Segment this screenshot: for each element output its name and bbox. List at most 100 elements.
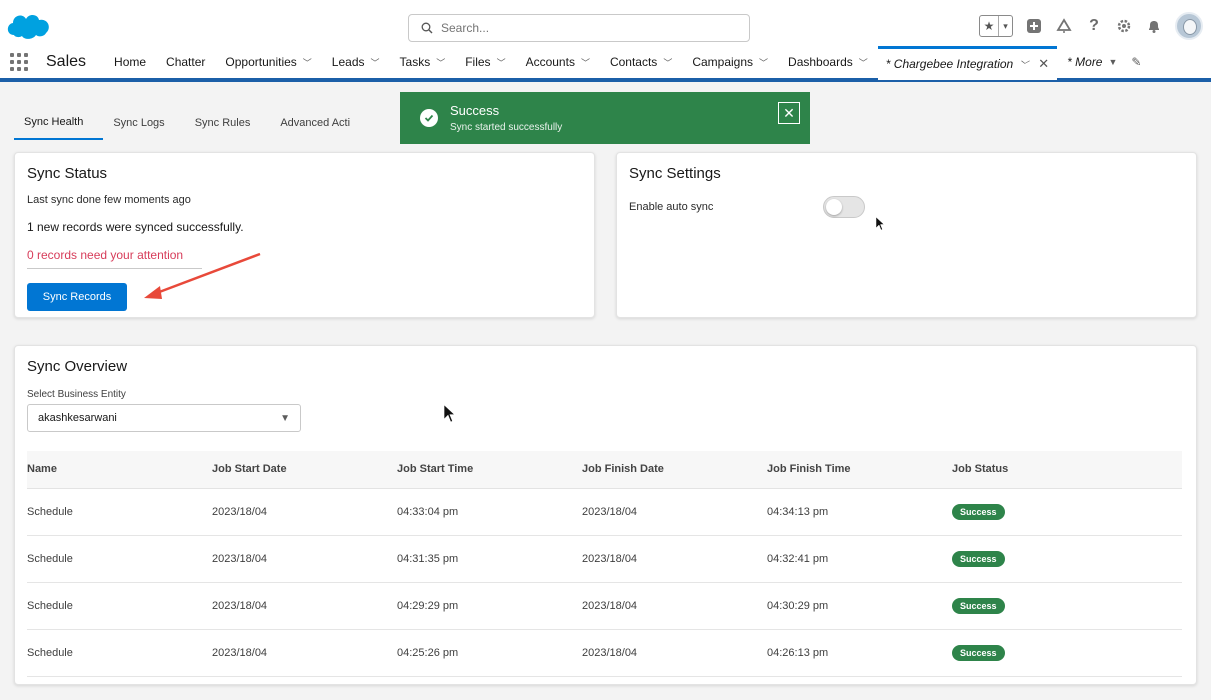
toast-title: Success <box>450 103 500 118</box>
sync-settings-title: Sync Settings <box>629 165 721 182</box>
trailhead-icon[interactable] <box>1055 17 1073 35</box>
table-row: Schedule 2023/18/04 04:31:35 pm 2023/18/… <box>27 535 1182 583</box>
cell-name: Schedule <box>27 535 212 583</box>
nav-more[interactable]: * More ▼ <box>1057 46 1127 78</box>
sync-jobs-table: Name Job Start Date Job Start Time Job F… <box>27 451 1182 677</box>
edit-nav-pencil-icon[interactable]: ✎ <box>1131 55 1141 69</box>
nav-tab-chargebee-integration[interactable]: * Chargebee Integration ﹀ ✕ <box>877 45 1058 80</box>
global-search-input[interactable]: Search... <box>408 14 750 42</box>
success-toast: Success Sync started successfully ✕ <box>400 92 810 144</box>
chevron-down-icon[interactable]: ﹀ <box>759 56 768 69</box>
status-badge: Success <box>952 644 1005 661</box>
nav-tab-label: * Chargebee Integration <box>885 57 1014 71</box>
nav-item-home[interactable]: Home <box>104 46 156 78</box>
cell-finish-date: 2023/18/04 <box>582 582 767 630</box>
business-entity-label: Select Business Entity <box>27 389 126 400</box>
nav-item-label: Home <box>114 55 147 69</box>
nav-item-label: Leads <box>331 55 365 69</box>
sync-records-button[interactable]: Sync Records <box>27 283 127 311</box>
tab-advanced-actions[interactable]: Advanced Acti <box>270 106 370 140</box>
cell-start-date: 2023/18/04 <box>212 535 397 583</box>
cell-status: Success <box>952 488 1182 536</box>
nav-item-contacts[interactable]: Contacts ﹀ <box>600 46 682 78</box>
notification-bell-icon[interactable] <box>1145 17 1163 35</box>
status-badge: Success <box>952 503 1005 520</box>
cell-finish-date: 2023/18/04 <box>582 488 767 536</box>
nav-more-label: * More <box>1067 55 1103 69</box>
cell-finish-date: 2023/18/04 <box>582 629 767 677</box>
nav-item-files[interactable]: Files ﹀ <box>455 46 515 78</box>
column-header[interactable]: Job Finish Time <box>767 451 952 489</box>
nav-item-accounts[interactable]: Accounts ﹀ <box>516 46 600 78</box>
cell-start-time: 04:25:26 pm <box>397 629 582 677</box>
business-entity-value: akashkesarwani <box>38 412 117 424</box>
cell-finish-date: 2023/18/04 <box>582 535 767 583</box>
app-name: Sales <box>46 53 87 70</box>
nav-item-dashboards[interactable]: Dashboards ﹀ <box>778 46 878 78</box>
column-header[interactable]: Job Status <box>952 451 1182 489</box>
annotation-arrow-icon <box>144 252 261 299</box>
cell-finish-time: 04:34:13 pm <box>767 488 952 536</box>
mouse-cursor-icon <box>876 217 885 231</box>
star-icon[interactable]: ★ <box>980 16 998 36</box>
nav-item-label: Opportunities <box>225 55 297 69</box>
chevron-down-icon[interactable]: ﹀ <box>497 56 506 69</box>
nav-item-label: Dashboards <box>788 55 853 69</box>
header-utility-icons: ★ ▾ ? <box>979 12 1203 40</box>
last-sync-text: Last sync done few moments ago <box>27 194 191 206</box>
table-row: Schedule 2023/18/04 04:33:04 pm 2023/18/… <box>27 488 1182 536</box>
caret-down-icon[interactable]: ▾ <box>998 16 1012 36</box>
column-header[interactable]: Job Start Date <box>212 451 397 489</box>
global-header: Search... ★ ▾ ? <box>0 0 1211 46</box>
salesforce-logo-icon[interactable] <box>4 9 54 43</box>
cell-start-date: 2023/18/04 <box>212 582 397 630</box>
column-header[interactable]: Job Start Time <box>397 451 582 489</box>
gear-icon[interactable] <box>1115 17 1133 35</box>
chevron-down-icon[interactable]: ﹀ <box>663 56 672 69</box>
caret-down-icon[interactable]: ▼ <box>1108 57 1117 67</box>
cell-start-time: 04:31:35 pm <box>397 535 582 583</box>
search-placeholder: Search... <box>441 21 490 35</box>
auto-sync-toggle[interactable] <box>823 196 866 218</box>
global-actions-icon[interactable] <box>1025 17 1043 35</box>
cell-start-time: 04:29:29 pm <box>397 582 582 630</box>
nav-item-label: Files <box>465 55 491 69</box>
chevron-down-icon[interactable]: ﹀ <box>436 56 445 69</box>
tab-sync-health[interactable]: Sync Health <box>14 106 104 140</box>
chevron-down-icon[interactable]: ﹀ <box>859 56 868 69</box>
cell-status: Success <box>952 629 1182 677</box>
chevron-down-icon[interactable]: ﹀ <box>581 56 590 69</box>
help-icon[interactable]: ? <box>1085 17 1103 35</box>
nav-item-label: Tasks <box>399 55 431 69</box>
cell-finish-time: 04:30:29 pm <box>767 582 952 630</box>
cell-start-date: 2023/18/04 <box>212 488 397 536</box>
chevron-down-icon[interactable]: ﹀ <box>303 56 312 69</box>
sync-status-title: Sync Status <box>27 165 108 182</box>
app-navigation-bar: Sales Home Chatter Opportunities ﹀ Leads ﹀… <box>0 45 1211 82</box>
records-synced-text: 1 new records were synced successfully. <box>27 220 244 234</box>
nav-item-campaigns[interactable]: Campaigns ﹀ <box>682 46 778 78</box>
nav-item-opportunities[interactable]: Opportunities ﹀ <box>215 46 321 78</box>
cell-name: Schedule <box>27 582 212 630</box>
app-launcher-icon[interactable] <box>10 53 28 71</box>
mouse-cursor-icon <box>444 404 456 423</box>
chevron-down-icon[interactable]: ﹀ <box>1019 58 1028 71</box>
favorites-button[interactable]: ★ ▾ <box>979 15 1013 37</box>
nav-item-leads[interactable]: Leads ﹀ <box>322 46 390 78</box>
integration-tabs: Sync Health Sync Logs Sync Rules Advance… <box>14 106 370 140</box>
cell-start-time: 04:33:04 pm <box>397 488 582 536</box>
nav-item-chatter[interactable]: Chatter <box>156 46 215 78</box>
business-entity-select[interactable]: akashkesarwani ▼ <box>27 404 301 432</box>
nav-item-tasks[interactable]: Tasks ﹀ <box>390 46 456 78</box>
table-row: Schedule 2023/18/04 04:29:29 pm 2023/18/… <box>27 582 1182 630</box>
tab-sync-rules[interactable]: Sync Rules <box>185 106 271 140</box>
nav-item-label: Campaigns <box>692 55 754 69</box>
column-header[interactable]: Job Finish Date <box>582 451 767 489</box>
user-avatar[interactable] <box>1175 12 1203 40</box>
chevron-down-icon[interactable]: ﹀ <box>371 56 380 69</box>
caret-down-icon[interactable]: ▼ <box>280 413 290 424</box>
tab-sync-logs[interactable]: Sync Logs <box>103 106 184 140</box>
close-icon[interactable]: ✕ <box>778 102 800 124</box>
close-tab-icon[interactable]: ✕ <box>1038 56 1049 72</box>
column-header[interactable]: Name <box>27 451 212 489</box>
